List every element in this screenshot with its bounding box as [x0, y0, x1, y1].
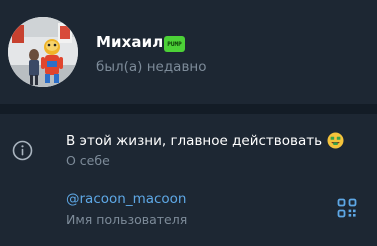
- info-icon: [12, 140, 33, 161]
- username-link[interactable]: @racoon_macoon: [66, 191, 187, 207]
- info-section: В этой жизни, главное действовать О себе…: [0, 114, 377, 246]
- pump-badge: PUMP: [164, 36, 185, 52]
- bio-row[interactable]: В этой жизни, главное действовать: [66, 132, 344, 149]
- section-divider: [0, 104, 377, 114]
- avatar[interactable]: [8, 17, 78, 87]
- profile-header: Михаил PUMP был(а) недавно: [0, 0, 377, 104]
- last-seen-status: был(а) недавно: [96, 59, 207, 75]
- bio-label: О себе: [66, 153, 110, 168]
- bio-text: В этой жизни, главное действовать: [66, 132, 323, 149]
- avatar-photo: [8, 17, 78, 87]
- qr-code-icon[interactable]: [337, 198, 357, 218]
- profile-panel: Михаил PUMP был(а) недавно В этой жизни,…: [0, 0, 377, 246]
- money-mouth-face-icon: [327, 132, 344, 149]
- username-label: Имя пользователя: [66, 212, 188, 227]
- profile-name: Михаил: [96, 33, 164, 51]
